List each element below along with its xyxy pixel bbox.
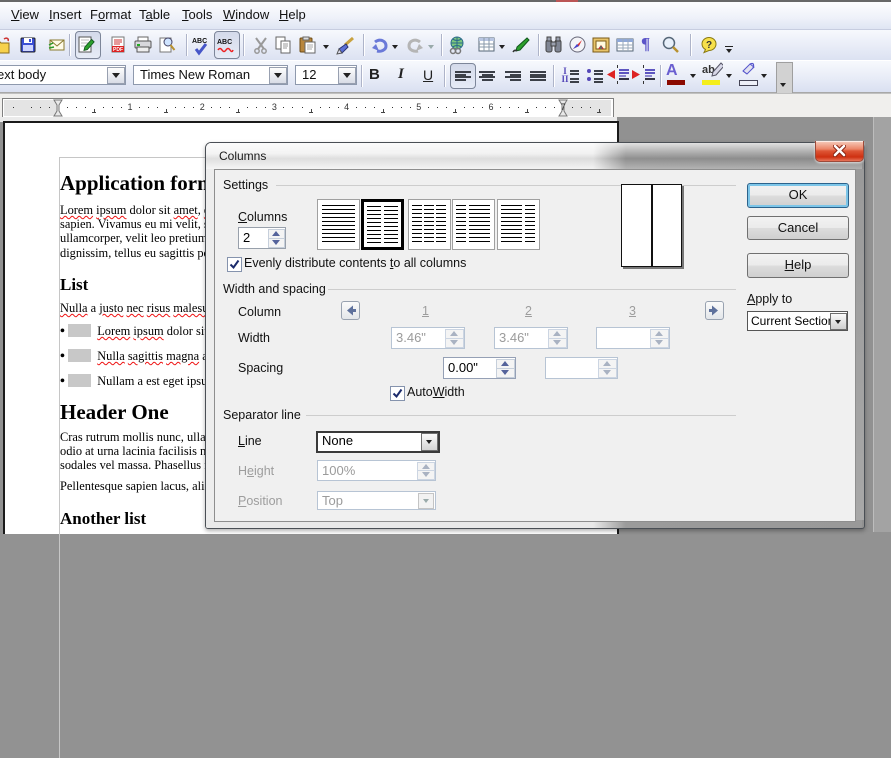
svg-text:?: ? xyxy=(706,40,712,51)
svg-text:PDF: PDF xyxy=(113,47,123,53)
svg-text:ABC: ABC xyxy=(217,39,232,46)
